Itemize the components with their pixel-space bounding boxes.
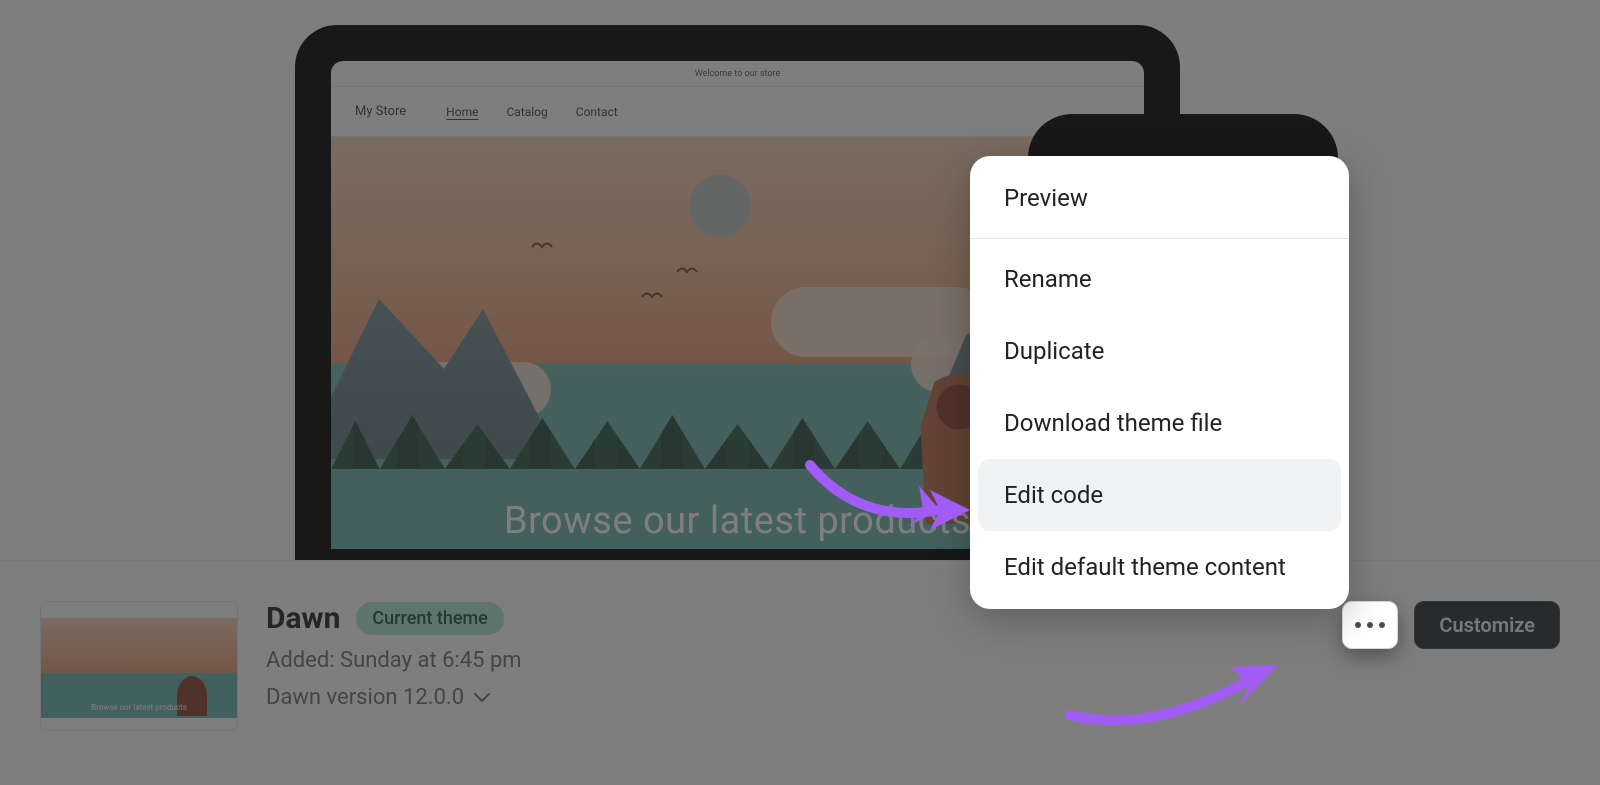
store-header: My Store Home Catalog Contact bbox=[331, 87, 1144, 137]
dots-icon bbox=[1379, 622, 1385, 628]
theme-preview-area: Welcome to our store My Store Home Catal… bbox=[0, 0, 1600, 560]
theme-name: Dawn bbox=[266, 601, 340, 636]
dots-icon bbox=[1355, 622, 1361, 628]
dots-icon bbox=[1367, 622, 1373, 628]
theme-thumbnail bbox=[40, 601, 238, 731]
menu-item-duplicate[interactable]: Duplicate bbox=[978, 315, 1341, 387]
sun-graphic bbox=[689, 175, 751, 237]
nav-catalog: Catalog bbox=[506, 105, 547, 119]
customize-button[interactable]: Customize bbox=[1414, 601, 1560, 649]
announcement-bar: Welcome to our store bbox=[331, 61, 1144, 87]
mountain-graphic bbox=[331, 259, 561, 459]
menu-item-edit-default[interactable]: Edit default theme content bbox=[978, 531, 1341, 603]
person-graphic bbox=[177, 676, 207, 716]
theme-actions: Customize bbox=[1342, 601, 1560, 649]
bird-icon bbox=[676, 262, 698, 272]
theme-card: Dawn Current theme Added: Sunday at 6:45… bbox=[0, 560, 1600, 785]
theme-added-line: Added: Sunday at 6:45 pm bbox=[266, 648, 1314, 673]
menu-item-rename[interactable]: Rename bbox=[978, 243, 1341, 315]
theme-meta: Dawn Current theme Added: Sunday at 6:45… bbox=[266, 601, 1314, 710]
store-name: My Store bbox=[355, 104, 406, 119]
bird-icon bbox=[641, 287, 663, 297]
theme-version-dropdown[interactable]: Dawn version 12.0.0 bbox=[266, 685, 1314, 710]
more-actions-button[interactable] bbox=[1342, 601, 1398, 649]
chevron-down-icon bbox=[474, 693, 490, 703]
menu-divider bbox=[970, 238, 1349, 239]
status-badge: Current theme bbox=[356, 602, 503, 635]
theme-version-label: Dawn version 12.0.0 bbox=[266, 685, 464, 710]
thumbnail-image bbox=[41, 602, 237, 730]
nav-contact: Contact bbox=[576, 105, 618, 119]
menu-item-download[interactable]: Download theme file bbox=[978, 387, 1341, 459]
bird-icon bbox=[531, 237, 553, 247]
menu-item-edit-code[interactable]: Edit code bbox=[978, 459, 1341, 531]
nav-home: Home bbox=[446, 105, 478, 119]
menu-item-preview[interactable]: Preview bbox=[978, 162, 1341, 234]
theme-actions-menu: Preview Rename Duplicate Download theme … bbox=[970, 156, 1349, 609]
